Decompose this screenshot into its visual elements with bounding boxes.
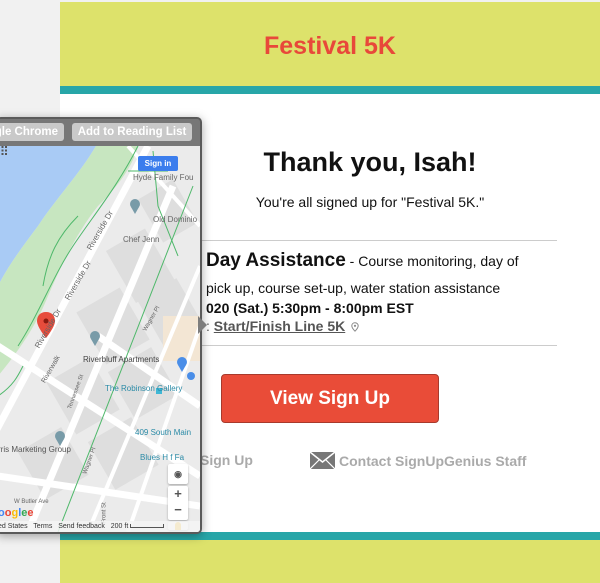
map-label: Riverbluff Apartments: [83, 355, 160, 364]
zoom-controls: + −: [168, 486, 188, 520]
map-label: Blues H f Fa: [140, 453, 185, 462]
popover-toolbar: gle Chrome Add to Reading List: [0, 119, 200, 146]
map-label: The Robinson Gallery: [105, 384, 183, 393]
zoom-in-button[interactable]: +: [168, 486, 188, 502]
slot-title-line: Day Assistance - Course monitoring, day …: [206, 250, 519, 272]
slot-datetime: 020 (Sat.) 5:30pm - 8:00pm EST: [206, 300, 414, 316]
map-label: 409 South Main: [135, 428, 192, 437]
page-title: Festival 5K: [263, 32, 396, 60]
location-link[interactable]: Start/Finish Line 5K: [214, 318, 345, 334]
map-sign-in-button[interactable]: Sign in: [138, 156, 178, 171]
map-label: rris Marketing Group: [0, 445, 71, 454]
map-popover: gle Chrome Add to Reading List Sign in H…: [0, 117, 202, 534]
slot-description-cont: pick up, course set-up, water station as…: [206, 280, 501, 296]
apps-grid-icon[interactable]: [0, 146, 7, 155]
map-scale: 200 ft: [110, 523, 129, 530]
divider: [200, 240, 557, 241]
contact-label: Contact SignUpGenius Staff: [339, 453, 527, 469]
slot-location-line: : Start/Finish Line 5K: [206, 318, 359, 334]
divider: [200, 345, 557, 346]
map-label: W Butler Ave: [14, 499, 49, 505]
scale-bar: [130, 524, 165, 529]
map-label: Old Dominio: [153, 215, 198, 224]
header-band: Festival 5K: [60, 2, 600, 86]
add-to-reading-list-button[interactable]: Add to Reading List: [72, 123, 192, 141]
zoom-out-button[interactable]: −: [168, 502, 188, 518]
divider-top: [60, 86, 600, 94]
map-terms-link[interactable]: Terms: [33, 523, 52, 530]
map-view[interactable]: Sign in Hyde Family Fou Old Dominio Chef…: [0, 146, 200, 532]
contact-staff-link[interactable]: Contact SignUpGenius Staff: [310, 452, 526, 469]
envelope-icon: [310, 452, 335, 469]
slot-description: - Course monitoring, day of: [345, 253, 519, 269]
map-footer: ed States Terms Send feedback 200 ft: [0, 521, 200, 532]
map-label: Hyde Family Fou: [133, 173, 194, 182]
slot-name: Day Assistance: [206, 250, 346, 271]
open-in-chrome-button[interactable]: gle Chrome: [0, 123, 64, 141]
location-prefix: :: [206, 318, 214, 334]
footer-band: [60, 540, 600, 583]
view-sign-up-button[interactable]: View Sign Up: [221, 374, 439, 423]
map-label: Chef Jenn: [123, 235, 160, 244]
logo-letter: e: [27, 507, 34, 519]
popover-pointer: [198, 316, 207, 334]
google-logo: ooglee: [0, 507, 34, 519]
map-pin-icon: [351, 322, 359, 333]
map-region: ed States: [0, 523, 28, 530]
my-location-button[interactable]: ◉: [168, 464, 188, 484]
sign-up-link[interactable]: Sign Up: [200, 452, 253, 468]
map-feedback-link[interactable]: Send feedback: [58, 523, 105, 530]
